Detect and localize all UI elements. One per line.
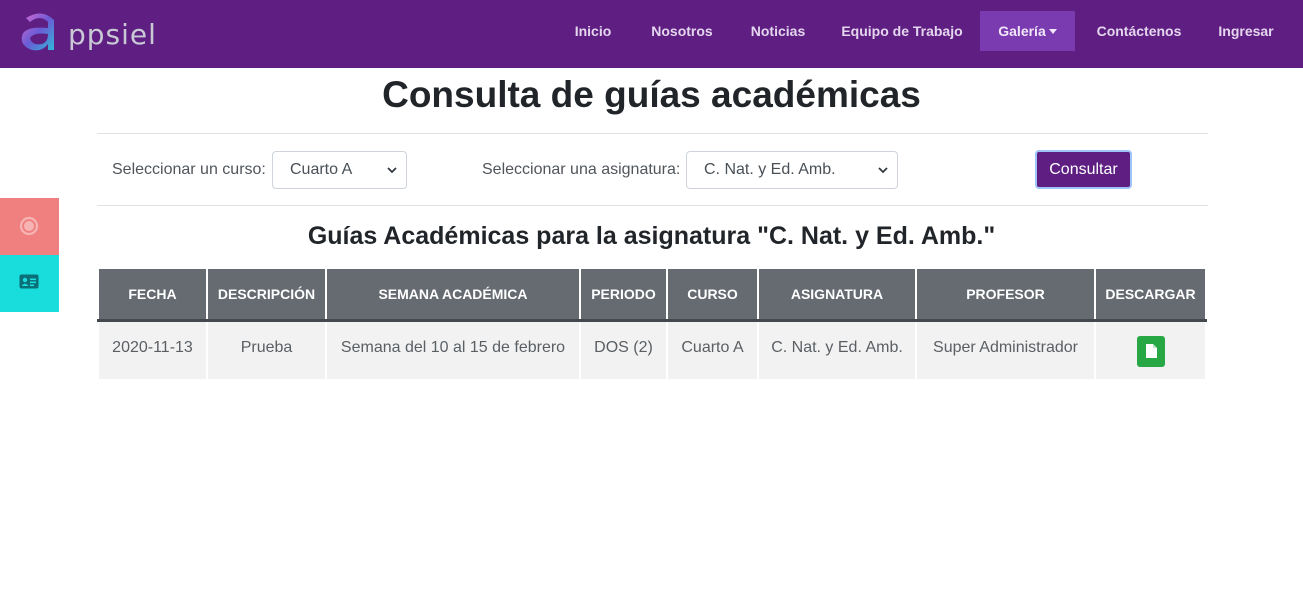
nav-label: Noticias: [750, 23, 806, 39]
column-header-semana[interactable]: SEMANA ACADÉMICA: [327, 269, 579, 319]
column-header-asignatura[interactable]: ASIGNATURA: [759, 269, 915, 319]
cell-curso: Cuarto A: [668, 322, 757, 379]
asignatura-select-value: C. Nat. y Ed. Amb.: [704, 161, 836, 178]
download-button[interactable]: [1137, 336, 1165, 367]
column-header-fecha[interactable]: FECHA: [99, 269, 206, 319]
nav-item-contactenos[interactable]: Contáctenos: [1086, 11, 1192, 51]
cell-descripcion: Prueba: [208, 322, 325, 379]
nav-item-ingresar[interactable]: Ingresar: [1206, 11, 1286, 51]
nav-label: Galería: [998, 23, 1046, 39]
results-title: Guías Académicas para la asignatura "C. …: [307, 222, 996, 250]
column-header-descargar[interactable]: DESCARGAR: [1096, 269, 1205, 319]
divider: [97, 205, 1208, 206]
cell-profesor: Super Administrador: [917, 322, 1094, 379]
side-button-id-card[interactable]: [0, 255, 59, 312]
cell-semana: Semana del 10 al 15 de febrero: [327, 322, 579, 379]
nav-item-noticias[interactable]: Noticias: [738, 11, 818, 51]
nav-label: Inicio: [574, 23, 612, 39]
nav-menu: Inicio Nosotros Noticias Equipo de Traba…: [0, 11, 1303, 51]
nav-item-equipo-de-trabajo[interactable]: Equipo de Trabajo: [832, 11, 972, 51]
chevron-down-icon: [878, 167, 888, 174]
nav-item-inicio[interactable]: Inicio: [560, 11, 626, 51]
column-header-descripcion[interactable]: DESCRIPCIÓN: [208, 269, 325, 319]
navbar: ppsiel Inicio Nosotros Noticias Equipo d…: [0, 0, 1303, 68]
cell-asignatura: C. Nat. y Ed. Amb.: [759, 322, 915, 379]
asignatura-select[interactable]: C. Nat. y Ed. Amb.: [686, 151, 898, 189]
asignatura-label: Seleccionar una asignatura:: [482, 161, 681, 178]
column-header-profesor[interactable]: PROFESOR: [917, 269, 1094, 319]
curso-select[interactable]: Cuarto A: [272, 151, 407, 189]
nav-label: Nosotros: [651, 23, 713, 39]
file-icon: [1146, 344, 1157, 358]
curso-label: Seleccionar un curso:: [112, 161, 266, 178]
nav-item-nosotros[interactable]: Nosotros: [640, 11, 724, 51]
consultar-button[interactable]: Consultar: [1035, 150, 1132, 189]
column-header-curso[interactable]: CURSO: [668, 269, 757, 319]
nav-label: Equipo de Trabajo: [841, 23, 963, 39]
chevron-down-icon: [387, 167, 397, 174]
page-title: Consulta de guías académicas: [382, 74, 921, 115]
curso-select-value: Cuarto A: [290, 161, 353, 178]
id-card-icon: [19, 274, 39, 289]
column-header-periodo[interactable]: PERIODO: [581, 269, 666, 319]
nav-label: Ingresar: [1218, 23, 1274, 39]
caret-down-icon: [1048, 28, 1057, 34]
nav-item-galeria-dropdown[interactable]: Galería: [980, 11, 1075, 51]
cell-periodo: DOS (2): [581, 322, 666, 379]
nav-label: Contáctenos: [1096, 23, 1182, 39]
cell-fecha: 2020-11-13: [99, 322, 206, 379]
divider: [97, 133, 1208, 134]
